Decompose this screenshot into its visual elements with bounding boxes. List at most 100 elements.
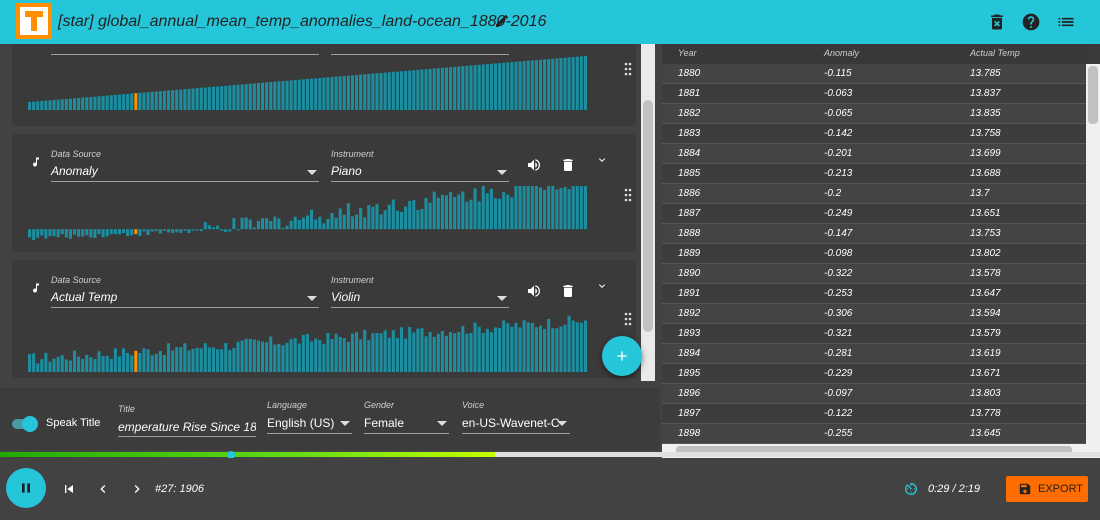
waveform-bar [408, 200, 412, 230]
waveform-bar [326, 77, 330, 110]
chevron-left-icon[interactable] [95, 481, 111, 497]
waveform-bar [256, 220, 260, 230]
table-row[interactable]: 1891 -0.253 13.647 [662, 284, 1086, 304]
export-button[interactable]: EXPORT [1006, 476, 1088, 502]
waveform-bar [195, 88, 199, 110]
waveform-bar [166, 343, 171, 372]
waveform-bar [142, 229, 146, 232]
speak-title-bar: Speak Title Title emperature Rise Since … [0, 388, 660, 450]
skip-to-start-icon[interactable] [61, 481, 77, 497]
waveform-bar [134, 350, 138, 372]
column-header[interactable]: Actual Temp [970, 48, 1020, 58]
waveform-bar [338, 208, 342, 230]
waveform-bar [428, 202, 432, 230]
tracks-scroll-thumb[interactable] [643, 100, 653, 332]
instrument-select[interactable]: Piano [331, 164, 362, 178]
table-scroll-thumb[interactable] [1088, 66, 1098, 124]
data-source-label: Data Source [51, 275, 102, 285]
chevron-right-icon[interactable] [129, 481, 145, 497]
table-row[interactable]: 1890 -0.322 13.578 [662, 264, 1086, 284]
table-row[interactable]: 1893 -0.321 13.579 [662, 324, 1086, 344]
chevron-down-icon[interactable] [307, 296, 317, 301]
waveform-bar [391, 330, 395, 372]
waveform-bar [583, 186, 587, 230]
table-row[interactable]: 1880 -0.115 13.785 [662, 64, 1086, 84]
chevron-down-icon[interactable] [497, 170, 507, 175]
waveform-bar [195, 229, 199, 231]
data-source-select[interactable]: Anomaly [51, 164, 98, 178]
table-row[interactable]: 1892 -0.306 13.594 [662, 304, 1086, 324]
chevron-down-icon[interactable] [596, 154, 608, 166]
waveform-bar [175, 229, 179, 233]
chevron-down-icon[interactable] [307, 170, 317, 175]
table-row[interactable]: 1889 -0.098 13.802 [662, 244, 1086, 264]
waveform-bar [469, 332, 473, 372]
table-row[interactable]: 1895 -0.229 13.671 [662, 364, 1086, 384]
waveform-bar [150, 91, 154, 110]
column-header[interactable]: Year [678, 48, 697, 58]
table-row[interactable]: 1885 -0.213 13.688 [662, 164, 1086, 184]
drag-handle-icon[interactable] [624, 62, 632, 76]
chevron-down-icon[interactable] [340, 421, 350, 426]
waveform-bar [342, 338, 346, 372]
edit-icon[interactable] [494, 13, 510, 29]
drag-handle-icon[interactable] [624, 312, 632, 326]
waveform-bar [113, 229, 117, 235]
waveform-bar [28, 102, 32, 110]
table-cell: -0.142 [824, 128, 853, 139]
app-logo [16, 3, 52, 39]
table-cell: -0.255 [824, 428, 853, 439]
chevron-down-icon[interactable] [497, 296, 507, 301]
waveform-bar [314, 78, 318, 110]
table-row[interactable]: 1883 -0.142 13.758 [662, 124, 1086, 144]
table-row[interactable]: 1897 -0.122 13.778 [662, 404, 1086, 424]
chevron-down-icon[interactable] [437, 421, 447, 426]
waveform-bar [444, 195, 448, 230]
title-input[interactable]: emperature Rise Since 1880 [118, 420, 256, 434]
table-row[interactable]: 1894 -0.281 13.619 [662, 344, 1086, 364]
timer-icon[interactable] [903, 481, 919, 497]
waveform-bar [449, 192, 453, 230]
table-row[interactable]: 1898 -0.255 13.645 [662, 424, 1086, 444]
table-row[interactable]: 1888 -0.147 13.753 [662, 224, 1086, 244]
table-row[interactable]: 1882 -0.065 13.835 [662, 104, 1086, 124]
waveform-bar [203, 222, 207, 230]
delete-icon[interactable] [987, 12, 1007, 32]
waveform-bar [166, 90, 171, 110]
table-row[interactable]: 1884 -0.201 13.699 [662, 144, 1086, 164]
volume-icon[interactable] [526, 157, 542, 173]
pause-button[interactable] [6, 468, 46, 508]
instrument-select[interactable]: Violin [331, 290, 360, 304]
column-header[interactable]: Anomaly [824, 48, 859, 58]
table-row[interactable]: 1881 -0.063 13.837 [662, 84, 1086, 104]
table-cell: 13.837 [970, 88, 1001, 99]
trash-icon[interactable] [560, 283, 576, 299]
list-icon[interactable] [1056, 12, 1076, 32]
waveform-bar [493, 327, 498, 372]
trash-icon[interactable] [560, 157, 576, 173]
waveform-bar [538, 59, 543, 110]
voice-select[interactable]: en-US-Wavenet-C [462, 416, 560, 430]
track-waveform [28, 186, 587, 241]
gender-select[interactable]: Female [364, 416, 404, 430]
table-row[interactable]: 1886 -0.2 13.7 [662, 184, 1086, 204]
waveform-bar [89, 357, 93, 372]
table-row[interactable]: 1887 -0.249 13.651 [662, 204, 1086, 224]
waveform-bar [530, 186, 534, 230]
drag-handle-icon[interactable] [624, 188, 632, 202]
chevron-down-icon[interactable] [596, 280, 608, 292]
data-source-select[interactable]: Actual Temp [51, 290, 117, 304]
waveform-bar [240, 84, 244, 110]
volume-icon[interactable] [526, 283, 542, 299]
toggle-knob[interactable] [22, 416, 38, 432]
waveform-bar [477, 326, 481, 372]
table-row[interactable]: 1896 -0.097 13.803 [662, 384, 1086, 404]
add-track-button[interactable] [602, 336, 642, 376]
waveform-bar [579, 322, 583, 372]
waveform-bar [436, 68, 440, 110]
waveform-bar [387, 337, 391, 372]
chevron-down-icon[interactable] [557, 421, 567, 426]
language-select[interactable]: English (US) [267, 416, 334, 430]
waveform-bar [334, 76, 338, 110]
help-icon[interactable] [1021, 12, 1041, 32]
